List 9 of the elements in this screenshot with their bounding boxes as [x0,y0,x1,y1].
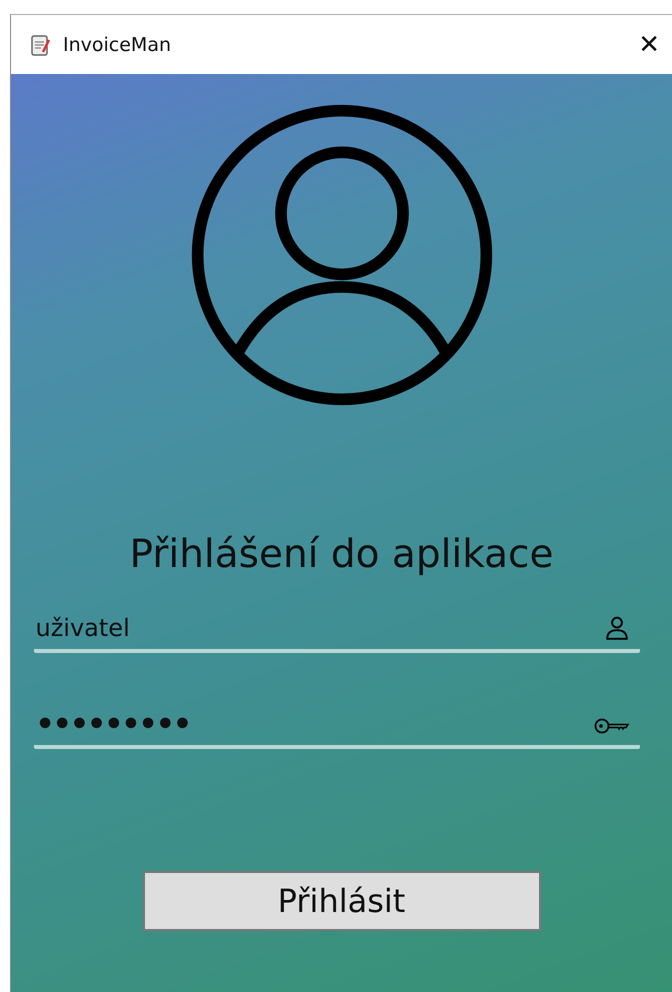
window-title: InvoiceMan [63,34,172,56]
close-button[interactable]: ✕ [626,30,672,60]
person-icon [604,615,630,641]
notepad-icon [29,32,53,56]
username-field[interactable]: uživatel [34,607,640,653]
key-icon [594,717,630,735]
password-field[interactable]: ••••••••• [34,703,640,749]
login-button[interactable]: Přihlásit [142,871,540,931]
login-heading: Přihlášení do aplikace [130,532,554,577]
